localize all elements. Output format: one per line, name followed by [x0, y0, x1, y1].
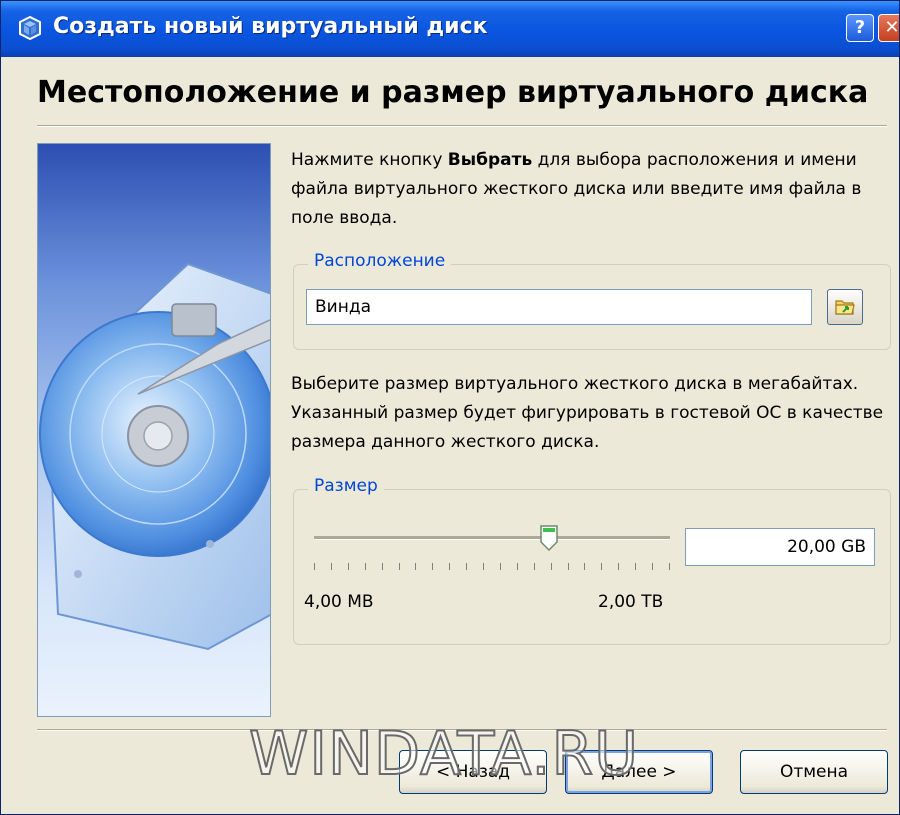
slider-max-label: 2,00 TB: [598, 592, 664, 612]
slider-tick: [551, 563, 552, 570]
slider-tick: [399, 563, 400, 570]
slider-tick: [466, 563, 467, 570]
slider-tick: [415, 563, 416, 570]
slider-tick: [601, 563, 602, 570]
slider-tick: [449, 563, 450, 570]
slider-ticks: [314, 563, 670, 571]
slider-tick: [584, 563, 585, 570]
slider-tick: [652, 563, 653, 570]
intro-text: Нажмите кнопку Выбрать для выбора распол…: [291, 146, 891, 233]
slider-tick: [618, 563, 619, 570]
folder-browse-icon: [835, 300, 855, 315]
intro-prefix: Нажмите кнопку: [291, 150, 448, 170]
slider-tick: [314, 563, 315, 570]
slider-tick: [365, 563, 366, 570]
slider-tick: [432, 563, 433, 570]
back-button[interactable]: < Назад: [399, 750, 547, 794]
help-icon: ?: [854, 17, 866, 38]
hard-disk-illustration: [37, 143, 271, 717]
size-description: Выберите размер виртуального жесткого ди…: [291, 374, 884, 452]
location-group: Расположение Винда: [293, 251, 891, 350]
size-slider[interactable]: [314, 516, 670, 576]
slider-tick: [382, 563, 383, 570]
size-input[interactable]: 20,00 GB: [685, 528, 875, 566]
slider-tick: [348, 563, 349, 570]
footer-divider: [37, 729, 887, 731]
header-divider: [37, 125, 887, 127]
page-title: Местоположение и размер виртуального дис…: [37, 75, 869, 110]
next-button[interactable]: Далее >: [565, 750, 713, 794]
slider-tick: [635, 563, 636, 570]
virtualbox-app-icon: [19, 15, 41, 41]
browse-button[interactable]: [827, 289, 863, 325]
slider-min-label: 4,00 MB: [304, 592, 374, 612]
slider-tick: [483, 563, 484, 570]
location-input[interactable]: Винда: [306, 289, 812, 325]
slider-thumb[interactable]: [539, 524, 559, 552]
window-title: Создать новый виртуальный диск: [53, 14, 488, 39]
cancel-button[interactable]: Отмена: [740, 750, 888, 794]
slider-track: [314, 536, 670, 540]
slider-tick: [669, 563, 670, 570]
size-group-label: Размер: [308, 476, 384, 496]
size-group: Размер 4,00 MB 2,00 TB 20,00 GB: [293, 476, 891, 645]
slider-tick: [568, 563, 569, 570]
intro-bold-text: Выбрать: [447, 150, 533, 170]
title-bar[interactable]: Создать новый виртуальный диск ? ✕: [1, 1, 899, 57]
slider-tick: [500, 563, 501, 570]
slider-tick: [331, 563, 332, 570]
dialog-window: Создать новый виртуальный диск ? ✕ Место…: [0, 0, 900, 815]
slider-tick: [517, 563, 518, 570]
location-group-label: Расположение: [308, 251, 452, 271]
slider-tick: [534, 563, 535, 570]
close-button[interactable]: ✕: [878, 14, 900, 42]
close-icon: ✕: [884, 17, 900, 38]
help-button[interactable]: ?: [846, 14, 874, 42]
